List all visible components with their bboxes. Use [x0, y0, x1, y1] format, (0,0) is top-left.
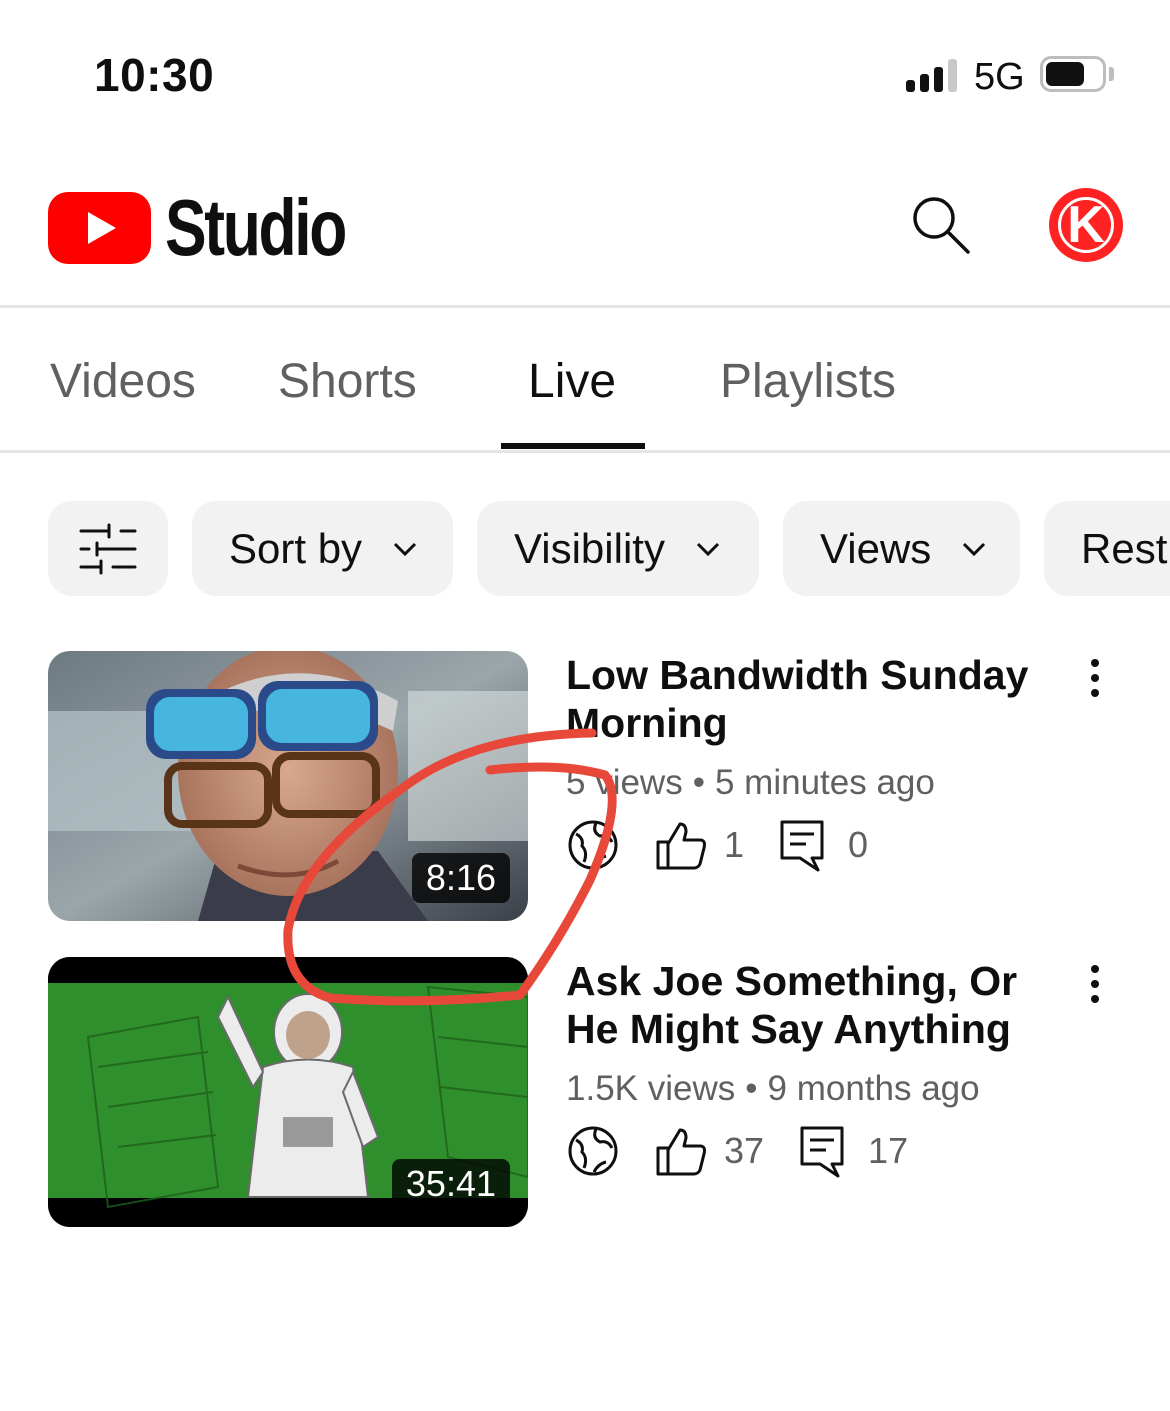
video-list-item: 8:16 Low Bandwidth Sunday Morning 5 view…	[0, 651, 1170, 931]
dot	[1091, 674, 1099, 682]
sort-by-chip[interactable]: Sort by	[192, 501, 453, 596]
battery-icon	[1040, 56, 1106, 92]
tab-live[interactable]: Live	[528, 354, 616, 409]
video-stats: 37 17	[566, 1121, 908, 1181]
duration-badge: 35:41	[391, 1159, 510, 1209]
views-label: Views	[820, 524, 932, 572]
like-count: 1	[724, 824, 745, 865]
visibility-label: Visibility	[514, 524, 665, 572]
chevron-down-icon	[963, 542, 986, 556]
comment-count: 0	[848, 824, 869, 865]
dot	[1091, 995, 1099, 1003]
view-count: 5 views	[566, 763, 683, 802]
chevron-down-icon	[696, 542, 719, 556]
video-title[interactable]: Ask Joe Something, Or He Might Say Anyth…	[566, 957, 1046, 1053]
restrictions-label: Restr	[1081, 524, 1170, 572]
signal-icon	[906, 58, 958, 92]
avatar[interactable]: K	[1049, 188, 1123, 262]
tab-videos[interactable]: Videos	[50, 354, 196, 409]
duration-badge: 8:16	[411, 853, 510, 903]
upload-age: 5 minutes ago	[714, 763, 935, 802]
more-options-button[interactable]	[1080, 659, 1110, 703]
chevron-down-icon	[394, 542, 417, 556]
separator-dot: •	[692, 763, 705, 802]
active-tab-indicator	[501, 443, 645, 449]
thumbs-up-icon	[656, 822, 706, 870]
sort-by-label: Sort by	[229, 524, 363, 572]
dot	[1091, 980, 1099, 988]
like-count: 37	[724, 1130, 765, 1171]
dot	[1091, 659, 1099, 667]
video-meta: 1.5K views • 9 months ago	[566, 1069, 980, 1109]
video-thumbnail[interactable]: 8:16	[48, 651, 528, 921]
app-header: Studio K	[0, 140, 1170, 306]
views-chip[interactable]: Views	[783, 501, 1020, 596]
visibility-chip[interactable]: Visibility	[477, 501, 759, 596]
battery-cap	[1109, 67, 1114, 81]
video-meta: 5 views • 5 minutes ago	[566, 763, 935, 803]
upload-age: 9 months ago	[767, 1069, 980, 1108]
thumbs-up-icon	[656, 1128, 706, 1176]
comment-icon	[800, 1126, 844, 1178]
video-thumbnail[interactable]: 35:41	[48, 957, 528, 1227]
restrictions-chip[interactable]: Restr	[1044, 501, 1170, 596]
video-list-item: 35:41 Ask Joe Something, Or He Might Say…	[0, 957, 1170, 1237]
globe-icon	[568, 1126, 618, 1176]
header-divider	[0, 305, 1170, 308]
battery-fill	[1046, 62, 1084, 86]
more-options-button[interactable]	[1080, 965, 1110, 1009]
video-stats: 1 0	[566, 815, 868, 875]
studio-logo[interactable]: Studio	[48, 188, 396, 268]
comment-icon	[780, 820, 824, 872]
tab-shorts[interactable]: Shorts	[278, 354, 417, 409]
logo-text: Studio	[165, 183, 347, 272]
status-time: 10:30	[94, 49, 215, 101]
sliders-icon	[79, 523, 137, 574]
tab-bar: Videos Shorts Live Playlists	[0, 310, 1170, 450]
globe-icon	[568, 820, 618, 870]
youtube-play-icon	[48, 192, 151, 264]
avatar-letter: K	[1058, 197, 1114, 253]
search-button[interactable]	[908, 192, 974, 258]
status-bar: 10:30 5G	[0, 0, 1170, 140]
tab-playlists[interactable]: Playlists	[720, 354, 896, 409]
filter-button[interactable]	[48, 501, 168, 596]
view-count: 1.5K views	[566, 1069, 736, 1108]
dot	[1091, 689, 1099, 697]
video-title[interactable]: Low Bandwidth Sunday Morning	[566, 651, 1046, 747]
dot	[1091, 965, 1099, 973]
tabs-divider	[0, 450, 1170, 453]
comment-count: 17	[868, 1130, 909, 1171]
separator-dot: •	[745, 1069, 758, 1108]
network-label: 5G	[974, 56, 1025, 98]
search-icon	[913, 197, 970, 254]
